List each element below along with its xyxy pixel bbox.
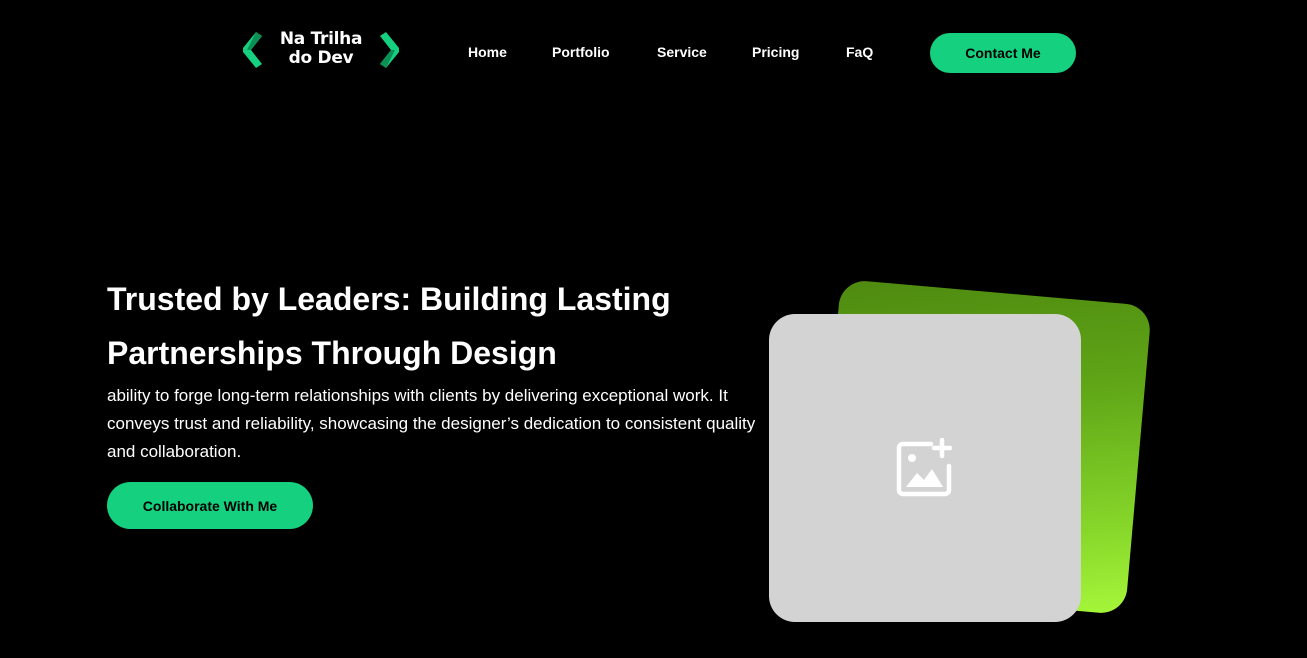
nav-pricing[interactable]: Pricing	[752, 44, 799, 60]
hero-description: ability to forge long-term relationships…	[107, 386, 756, 461]
nav-home[interactable]: Home	[468, 44, 507, 60]
add-image-icon	[896, 438, 953, 497]
logo-line-2: do Dev	[288, 48, 354, 68]
image-placeholder	[769, 314, 1081, 622]
contact-button[interactable]: Contact Me	[930, 33, 1076, 73]
logo[interactable]: Na Trilha do Dev	[240, 30, 402, 70]
hero-title: Trusted by Leaders: Building Lasting Par…	[107, 281, 671, 371]
nav-faq[interactable]: FaQ	[846, 44, 873, 60]
chevron-right-icon	[380, 32, 399, 68]
chevron-left-icon	[243, 32, 262, 68]
nav-service[interactable]: Service	[657, 44, 707, 60]
logo-line-1: Na Trilha	[279, 29, 363, 49]
collaborate-button[interactable]: Collaborate With Me	[107, 482, 313, 529]
logo-text: Na Trilha do Dev	[271, 30, 371, 68]
nav-portfolio[interactable]: Portfolio	[552, 44, 610, 60]
page: Na Trilha do Dev Home Portfolio Service …	[0, 0, 1307, 658]
